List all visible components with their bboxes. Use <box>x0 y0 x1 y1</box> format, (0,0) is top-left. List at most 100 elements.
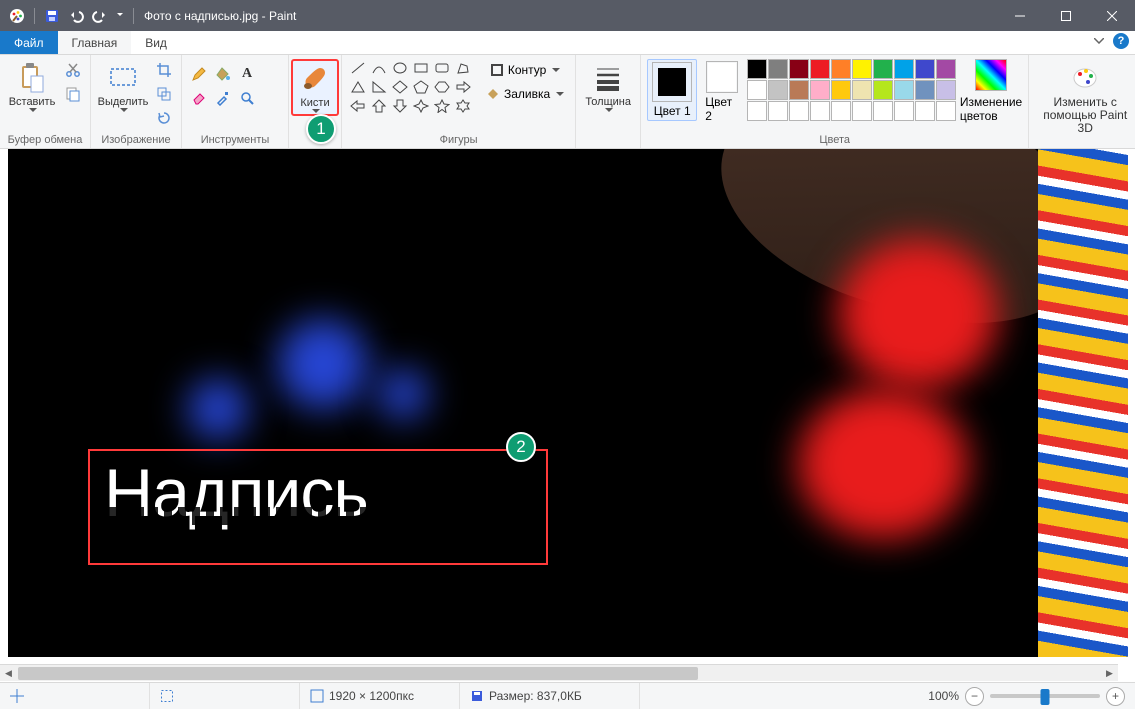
palette-swatch[interactable] <box>915 59 935 79</box>
fill-tool[interactable] <box>212 63 234 85</box>
shapes-gallery[interactable] <box>348 59 473 115</box>
palette-swatch[interactable] <box>831 59 851 79</box>
copy-button[interactable] <box>62 83 84 105</box>
zoom-out-button[interactable]: − <box>965 687 984 706</box>
resize-button[interactable] <box>153 83 175 105</box>
scroll-right-icon[interactable]: ▶ <box>1101 665 1118 681</box>
fill-label: Заливка <box>504 87 550 101</box>
palette-swatch[interactable] <box>747 59 767 79</box>
shape-arrow-l[interactable] <box>348 97 368 115</box>
palette-swatch[interactable] <box>768 59 788 79</box>
group-shapes: Контур Заливка Фигуры <box>342 55 576 148</box>
color2-label: Цвет 2 <box>705 95 739 123</box>
palette-swatch[interactable] <box>747 80 767 100</box>
palette-empty[interactable] <box>873 101 893 121</box>
palette-swatch[interactable] <box>873 80 893 100</box>
shape-outline-button[interactable]: Контур <box>481 59 569 81</box>
statusbar: 1920 × 1200пкс Размер: 837,0КБ 100% − + <box>0 682 1135 709</box>
help-icon[interactable]: ? <box>1113 33 1129 49</box>
select-button[interactable]: Выделить <box>97 59 149 114</box>
edit-colors-button[interactable]: Изменение цветов <box>960 59 1022 123</box>
zoom-slider[interactable] <box>990 694 1100 698</box>
palette-swatch[interactable] <box>852 80 872 100</box>
palette-swatch[interactable] <box>936 80 956 100</box>
cut-button[interactable] <box>62 59 84 81</box>
undo-icon[interactable] <box>65 5 87 27</box>
palette-empty[interactable] <box>747 101 767 121</box>
magnifier-tool[interactable] <box>236 87 258 109</box>
edit-colors-label: Изменение цветов <box>960 95 1022 123</box>
palette-swatch[interactable] <box>810 80 830 100</box>
shape-line[interactable] <box>348 59 368 77</box>
color1-button[interactable]: Цвет 1 <box>647 59 697 121</box>
palette-swatch[interactable] <box>810 59 830 79</box>
shape-tri[interactable] <box>348 78 368 96</box>
shape-star5[interactable] <box>432 97 452 115</box>
tab-file[interactable]: Файл <box>0 31 58 54</box>
palette-swatch[interactable] <box>915 80 935 100</box>
size-button[interactable]: Толщина <box>582 59 634 114</box>
text-tool[interactable]: A <box>236 63 258 85</box>
shape-oval[interactable] <box>390 59 410 77</box>
palette-swatch[interactable] <box>768 80 788 100</box>
palette-empty[interactable] <box>831 101 851 121</box>
palette-empty[interactable] <box>894 101 914 121</box>
text-region-highlight: Надпись <box>88 449 548 565</box>
minimize-ribbon-icon[interactable] <box>1091 33 1107 49</box>
horizontal-scrollbar[interactable]: ◀ ▶ <box>0 664 1118 681</box>
shape-pentagon[interactable] <box>411 78 431 96</box>
palette-empty[interactable] <box>768 101 788 121</box>
zoom-controls: 100% − + <box>928 687 1135 706</box>
color2-button[interactable]: Цвет 2 <box>701 59 743 125</box>
shape-star6[interactable] <box>453 97 473 115</box>
scroll-left-icon[interactable]: ◀ <box>0 665 17 681</box>
maximize-button[interactable] <box>1043 0 1089 31</box>
palette-swatch[interactable] <box>894 59 914 79</box>
paint3d-button[interactable]: Изменить спомощью Paint 3D <box>1035 59 1135 136</box>
shape-fill-button[interactable]: Заливка <box>481 83 569 105</box>
brushes-button[interactable]: Кисти <box>291 59 339 116</box>
save-icon[interactable] <box>41 5 63 27</box>
canvas[interactable]: Надпись 2 <box>8 149 1128 657</box>
palette-swatch[interactable] <box>831 80 851 100</box>
redo-icon[interactable] <box>89 5 111 27</box>
palette-swatch[interactable] <box>873 59 893 79</box>
picker-tool[interactable] <box>212 87 234 109</box>
shape-diamond[interactable] <box>390 78 410 96</box>
palette-swatch[interactable] <box>936 59 956 79</box>
crop-button[interactable] <box>153 59 175 81</box>
window-title: Фото с надписью.jpg - Paint <box>144 9 296 23</box>
zoom-in-button[interactable]: + <box>1106 687 1125 706</box>
shape-rect[interactable] <box>411 59 431 77</box>
shape-star4[interactable] <box>411 97 431 115</box>
canvas-area: Надпись 2 ◀ ▶ <box>0 149 1135 681</box>
palette-empty[interactable] <box>789 101 809 121</box>
shape-curve[interactable] <box>369 59 389 77</box>
shape-rtri[interactable] <box>369 78 389 96</box>
paste-button[interactable]: Вставить <box>6 59 58 114</box>
shape-polygon[interactable] <box>453 59 473 77</box>
palette-empty[interactable] <box>936 101 956 121</box>
zoom-slider-thumb[interactable] <box>1041 689 1050 705</box>
palette-swatch[interactable] <box>852 59 872 79</box>
palette-empty[interactable] <box>852 101 872 121</box>
palette-empty[interactable] <box>810 101 830 121</box>
palette-swatch[interactable] <box>789 59 809 79</box>
close-button[interactable] <box>1089 0 1135 31</box>
scrollbar-thumb[interactable] <box>18 667 698 680</box>
tab-home[interactable]: Главная <box>58 31 132 54</box>
tab-view[interactable]: Вид <box>131 31 181 54</box>
minimize-button[interactable] <box>997 0 1043 31</box>
rotate-button[interactable] <box>153 107 175 129</box>
shape-arrow-u[interactable] <box>369 97 389 115</box>
shape-roundrect[interactable] <box>432 59 452 77</box>
palette-swatch[interactable] <box>894 80 914 100</box>
pencil-tool[interactable] <box>188 63 210 85</box>
shape-arrow-r[interactable] <box>453 78 473 96</box>
palette-swatch[interactable] <box>789 80 809 100</box>
eraser-tool[interactable] <box>188 87 210 109</box>
palette-empty[interactable] <box>915 101 935 121</box>
shape-arrow-d[interactable] <box>390 97 410 115</box>
shape-hexagon[interactable] <box>432 78 452 96</box>
status-dimensions: 1920 × 1200пкс <box>300 683 460 709</box>
